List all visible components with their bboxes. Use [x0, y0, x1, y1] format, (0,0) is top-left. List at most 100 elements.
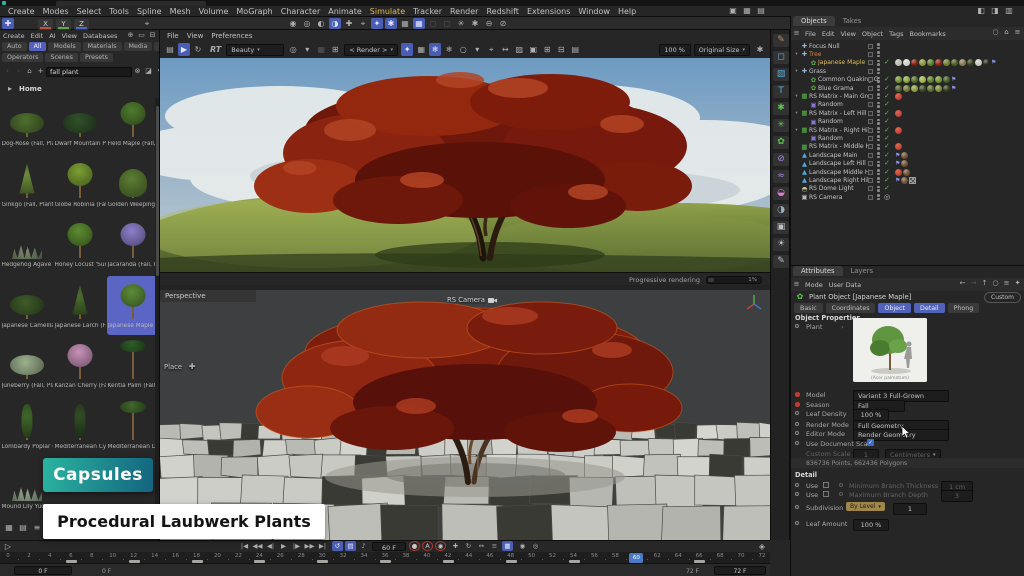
cube-primitive-icon[interactable]: ▧ — [773, 68, 789, 81]
axis-x-button[interactable]: X — [38, 19, 53, 30]
asset-plant-kanzan-cherry-fall-pl[interactable]: Kanzan Cherry (Fall, Pl... — [54, 336, 106, 395]
deformer-icon[interactable]: ⊘ — [773, 153, 789, 166]
window-mode-icon[interactable]: ▭ — [137, 30, 146, 41]
om-marker-checkbox[interactable] — [868, 111, 873, 116]
om-row-rs-dome-light[interactable]: ◓RS Dome Light✓ — [791, 185, 1024, 193]
param-circle-icon[interactable] — [795, 324, 799, 328]
timeline-frame-22[interactable]: 22 — [232, 553, 244, 559]
timeline-frame-72[interactable]: 72 — [756, 553, 768, 559]
om-visibility-dots[interactable] — [877, 127, 880, 133]
collapse-caret-icon[interactable]: ▾ — [793, 52, 800, 57]
menu-item-render[interactable]: Render — [446, 7, 482, 16]
om-menu-item-edit[interactable]: Edit — [819, 30, 838, 38]
text-tool-icon[interactable]: T — [773, 85, 789, 98]
redshift-tag-icon[interactable] — [895, 110, 902, 117]
record-settings-icon[interactable]: ◉ — [435, 541, 446, 551]
om-row-japanese-maple[interactable]: ✿Japanese Maple✓⚑ — [791, 59, 1024, 67]
om-menu-item-file[interactable]: File — [802, 30, 819, 38]
annotation-tag-icon[interactable]: ⚑ — [991, 59, 996, 66]
om-visibility-dots[interactable] — [877, 110, 880, 116]
clipboard-icon[interactable]: ▤ — [569, 43, 581, 56]
play-forward-icon[interactable]: ▶ — [278, 541, 289, 551]
menu-item-tools[interactable]: Tools — [105, 7, 133, 16]
keyed-param-icon[interactable] — [795, 392, 800, 397]
om-visibility-dots[interactable] — [877, 144, 880, 150]
pixel-grid-icon[interactable]: ▦ — [415, 43, 427, 56]
om-visibility-dots[interactable] — [877, 169, 880, 175]
om-visibility-dots[interactable] — [877, 77, 880, 83]
om-marker-checkbox[interactable] — [868, 44, 873, 49]
timeline-frame-32[interactable]: 32 — [337, 553, 349, 559]
texture-tag[interactable] — [901, 152, 908, 159]
om-enabled-check[interactable]: ✓ — [884, 127, 890, 134]
timeline-frame-34[interactable]: 34 — [358, 553, 370, 559]
focus-home-icon[interactable]: ⌂ — [1002, 27, 1011, 38]
render-to-pv-icon[interactable]: ▦ — [741, 6, 753, 17]
om-marker-checkbox[interactable] — [868, 69, 873, 74]
timeline-frame-66[interactable]: 66 — [693, 553, 705, 559]
prev-frame-icon[interactable]: ◀| — [265, 541, 276, 551]
om-row-landscape-middle-hill[interactable]: ▲Landscape Middle Hill✓ — [791, 168, 1024, 176]
lock-icon[interactable]: ✦ — [1013, 278, 1022, 289]
tab-media[interactable]: Media — [124, 42, 153, 51]
collapse-caret-icon[interactable]: ▾ — [793, 94, 800, 99]
simulate-settings-icon[interactable]: ✱ — [385, 18, 397, 29]
prev-key-icon[interactable]: ◀◀ — [252, 541, 263, 551]
rv-menu-item-preferences[interactable]: Preferences — [207, 32, 256, 40]
redshift-tag-icon[interactable] — [895, 143, 902, 150]
menu-item-character[interactable]: Character — [277, 7, 325, 16]
attr-tab-detail[interactable]: Detail — [914, 303, 945, 313]
menu-item-window[interactable]: Window — [574, 7, 614, 16]
param-circle-icon[interactable] — [795, 483, 799, 487]
timeline-frame-30[interactable]: 30 — [316, 553, 328, 559]
timeline-frame-12[interactable]: 12 — [128, 553, 140, 559]
texture-tag[interactable] — [935, 76, 942, 83]
texture-tag[interactable] — [911, 59, 918, 66]
om-marker-checkbox[interactable] — [868, 60, 873, 65]
forward-icon[interactable]: → — [969, 278, 978, 289]
save-image-icon[interactable]: ▤ — [164, 43, 176, 56]
range-end-field[interactable]: 72 F — [714, 566, 766, 575]
timeline-frame-64[interactable]: 64 — [672, 553, 684, 559]
texture-tag[interactable] — [895, 85, 902, 92]
ipr-play-icon[interactable]: ▶ — [178, 43, 190, 56]
menu-item-mograph[interactable]: MoGraph — [232, 7, 276, 16]
bend-deformer-icon[interactable]: ◒ — [773, 187, 789, 200]
asset-plant-mediterranean-cypres[interactable]: Mediterranean Cypres... — [54, 397, 106, 456]
checker-bg-icon[interactable]: ▦ — [315, 43, 327, 56]
home-icon[interactable]: ⌂ — [25, 66, 34, 77]
plant-preview[interactable]: (Acer palmatum) — [853, 318, 927, 382]
add-database-icon[interactable]: ⊕ — [126, 30, 135, 41]
thumb-view-icon[interactable]: ▦ — [3, 522, 15, 533]
texture-tag-selected[interactable] — [909, 177, 916, 184]
om-marker-checkbox[interactable] — [868, 153, 873, 158]
menu-item-animate[interactable]: Animate — [324, 7, 366, 16]
om-row-common-quaking-grass[interactable]: ✿Common Quaking Grass✓⚑ — [791, 76, 1024, 84]
asset-plant-juneberry-fall-plant[interactable]: Juneberry (Fall, Plant) — [1, 336, 53, 395]
search-icon[interactable]: ○ — [991, 278, 1000, 289]
subtab-scenes[interactable]: Scenes — [45, 53, 77, 62]
timeline-frame-20[interactable]: 20 — [211, 553, 223, 559]
timeline-frame-58[interactable]: 58 — [609, 553, 621, 559]
om-marker-checkbox[interactable] — [868, 128, 873, 133]
panel-menu-icon[interactable]: ≡ — [792, 28, 801, 39]
texture-tag[interactable] — [895, 76, 902, 83]
om-visibility-dots[interactable] — [877, 152, 880, 158]
render-view-icon[interactable]: ▣ — [727, 6, 739, 17]
coordinate-system-icon[interactable]: ◉ — [287, 18, 299, 29]
collapse-caret-icon[interactable]: ▾ — [793, 69, 800, 74]
menu-item-redshift[interactable]: Redshift — [482, 7, 522, 16]
filter-icon[interactable]: ≡ — [1013, 27, 1022, 38]
gear-icon[interactable]: ✱ — [469, 18, 481, 29]
om-visibility-dots[interactable] — [877, 68, 880, 74]
spline-primitive-icon[interactable]: ◻ — [773, 51, 789, 64]
menu-item-help[interactable]: Help — [614, 7, 640, 16]
color-sample-icon[interactable]: ○ — [457, 43, 469, 56]
clear-search-icon[interactable]: ⊗ — [133, 66, 142, 77]
annotation-tag-icon[interactable]: ⚑ — [895, 177, 900, 184]
ab-menu-item-edit[interactable]: Edit — [28, 32, 47, 40]
axis-z-button[interactable]: Z — [74, 19, 89, 30]
compare-icon[interactable]: ❄ — [443, 43, 455, 56]
asset-plant-field-maple-fall-plant[interactable]: Field Maple (Fall, Plant) — [107, 94, 159, 153]
timeline-frame-48[interactable]: 48 — [505, 553, 517, 559]
